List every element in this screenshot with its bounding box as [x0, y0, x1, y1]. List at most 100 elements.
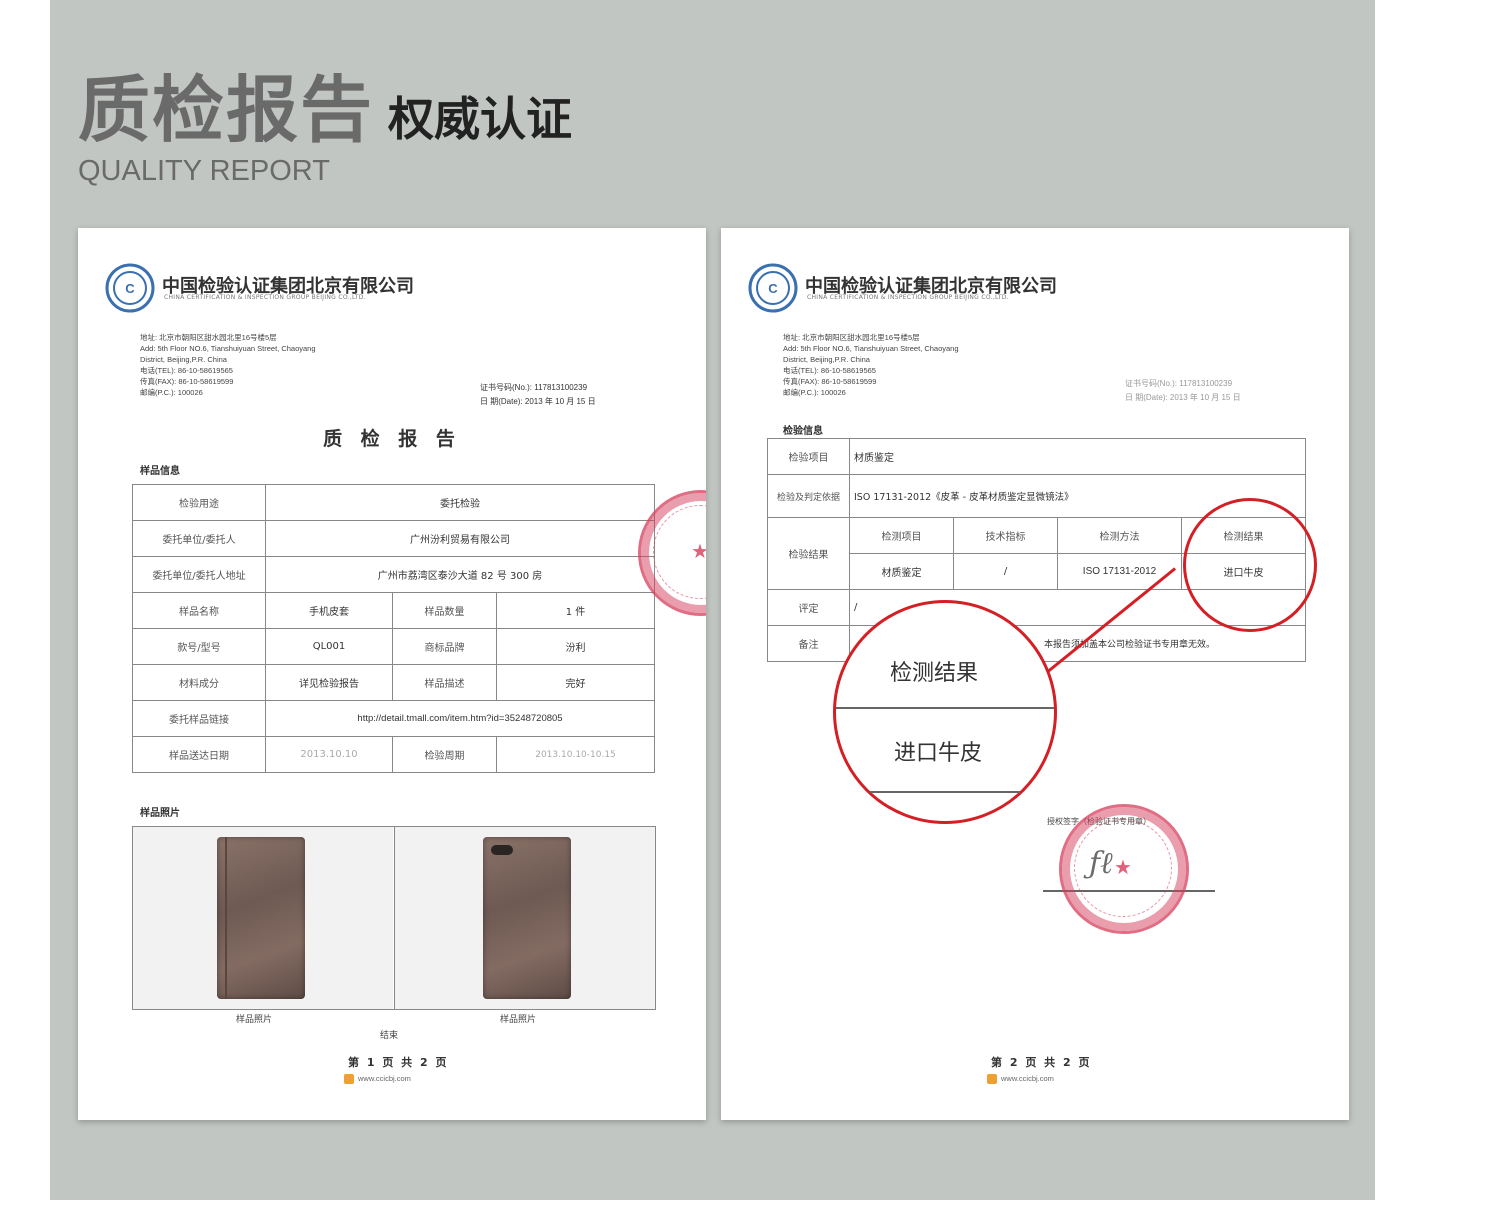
- table-cell: 委托检验: [264, 484, 656, 521]
- table-cell: 检验结果: [767, 517, 850, 590]
- table-cell: ISO 17131-2012: [1057, 553, 1182, 590]
- table-cell: 商标品牌: [392, 628, 497, 665]
- table-cell: 委托单位/委托人: [132, 520, 266, 557]
- magnified-result-label: 检测结果: [890, 661, 979, 686]
- company-name-english: CHINA CERTIFICATION & INSPECTION GROUP B…: [164, 294, 366, 301]
- table-row: 委托单位/委托人 广州汾利贸易有限公司: [132, 520, 656, 557]
- certificate-number: 证书号码(No.): 117813100239: [480, 383, 588, 392]
- table-cell: 款号/型号: [132, 628, 266, 665]
- report-date: 日 期(Date): 2013 年 10 月 15 日: [1125, 393, 1241, 402]
- table-cell: 2013.10.10-10.15: [495, 736, 656, 773]
- certificate-number: 证书号码(No.): 117813100239: [1125, 379, 1233, 388]
- ccic-small-logo-icon: [344, 1074, 354, 1085]
- report-title: 质 检 报 告: [323, 428, 461, 450]
- photo-caption: 样品照片: [236, 1015, 273, 1025]
- report-date: 日 期(Date): 2013 年 10 月 15 日: [480, 397, 596, 406]
- page-title: 质检报告: [78, 68, 375, 152]
- sample-photo-back: [394, 827, 655, 1009]
- table-row: 款号/型号 QL001 商标品牌 汾利: [132, 628, 656, 665]
- ccic-logo-icon: C: [104, 262, 156, 314]
- svg-text:C: C: [125, 281, 135, 296]
- table-cell: QL001: [265, 628, 393, 665]
- table-cell: 材质鉴定: [849, 438, 1306, 475]
- table-cell: /: [953, 553, 1058, 590]
- sample-info-table: 检验用途 委托检验 委托单位/委托人 广州汾利贸易有限公司 委托单位/委托人地址…: [132, 484, 656, 773]
- table-cell: 材质鉴定: [849, 553, 954, 590]
- website-url: www.ccicbj.com: [344, 1074, 411, 1085]
- photo-caption: 样品照片: [500, 1015, 537, 1025]
- address-line: 地址: 北京市朝阳区甜水园北里16号楼5层: [140, 333, 277, 342]
- report-page-2: C 中国检验认证集团北京有限公司 CHINA CERTIFICATION & I…: [721, 228, 1349, 1120]
- website-url-text: www.ccicbj.com: [1001, 1074, 1054, 1083]
- magnified-divider: [836, 707, 1054, 709]
- sample-photo-front: [133, 827, 393, 1009]
- fax-line: 传真(FAX): 86-10-58619599: [140, 377, 234, 386]
- end-mark: 结束: [380, 1031, 399, 1041]
- website-url-text: www.ccicbj.com: [358, 1074, 411, 1083]
- postcode-line: 邮编(P.C.): 100026: [140, 388, 203, 397]
- address-line: 地址: 北京市朝阳区甜水园北里16号楼5层: [783, 333, 920, 342]
- table-cell: 汾利: [495, 628, 656, 665]
- address-line: Add: 5th Floor NO.6, Tianshuiyuan Street…: [783, 344, 959, 353]
- section-sample-photos: 样品照片: [140, 808, 180, 819]
- table-cell: 1 件: [495, 592, 656, 629]
- table-cell: 广州市荔湾区泰沙大道 82 号 300 房: [264, 556, 656, 593]
- address-block: 地址: 北京市朝阳区甜水园北里16号楼5层 Add: 5th Floor NO.…: [140, 332, 316, 398]
- company-name-english: CHINA CERTIFICATION & INSPECTION GROUP B…: [807, 294, 1009, 301]
- table-cell: 检验周期: [392, 736, 497, 773]
- table-cell: 检验项目: [767, 438, 850, 475]
- table-cell: 2013.10.10: [265, 736, 393, 773]
- address-block: 地址: 北京市朝阳区甜水园北里16号楼5层 Add: 5th Floor NO.…: [783, 332, 959, 398]
- magnified-result-circle: 检测结果 进口牛皮: [833, 600, 1057, 824]
- page-number: 第 2 页 共 2 页: [991, 1056, 1092, 1069]
- table-cell: 样品数量: [392, 592, 497, 629]
- table-cell: 委托单位/委托人地址: [132, 556, 266, 593]
- table-cell: 评定: [767, 589, 850, 626]
- phone-case-back-image: [483, 837, 571, 999]
- table-cell: 检测项目: [849, 517, 954, 554]
- address-line: Add: 5th Floor NO.6, Tianshuiyuan Street…: [140, 344, 316, 353]
- table-row: 检验项目 材质鉴定: [767, 438, 1306, 475]
- table-cell: 样品描述: [392, 664, 497, 701]
- postcode-line: 邮编(P.C.): 100026: [783, 388, 846, 397]
- magnified-result-value: 进口牛皮: [894, 741, 983, 766]
- section-sample-info: 样品信息: [140, 466, 180, 477]
- svg-text:C: C: [768, 281, 778, 296]
- page-number: 第 1 页 共 2 页: [348, 1056, 449, 1069]
- ccic-logo-icon: C: [747, 262, 799, 314]
- sample-photos: [132, 826, 656, 1010]
- ccic-small-logo-icon: [987, 1074, 997, 1085]
- table-row: 样品送达日期 2013.10.10 检验周期 2013.10.10-10.15: [132, 736, 656, 773]
- address-line: District, Beijing,P.R. China: [140, 355, 227, 364]
- table-cell: 委托样品链接: [132, 700, 266, 737]
- table-cell: 检验及判定依据: [767, 474, 850, 518]
- table-cell: 样品送达日期: [132, 736, 266, 773]
- page-title-english: QUALITY REPORT: [78, 155, 330, 187]
- section-test-info: 检验信息: [783, 426, 823, 437]
- address-line: District, Beijing,P.R. China: [783, 355, 870, 364]
- table-row: 委托样品链接 http://detail.tmall.com/item.htm?…: [132, 700, 656, 737]
- phone-line: 电话(TEL): 86-10-58619565: [140, 366, 233, 375]
- page-subtitle: 权威认证: [388, 92, 572, 146]
- phone-line: 电话(TEL): 86-10-58619565: [783, 366, 876, 375]
- table-cell: 技术指标: [953, 517, 1058, 554]
- table-row: 检验用途 委托检验: [132, 484, 656, 521]
- table-cell: 检测方法: [1057, 517, 1182, 554]
- table-cell: 样品名称: [132, 592, 266, 629]
- table-cell: 手机皮套: [265, 592, 393, 629]
- table-cell: 材料成分: [132, 664, 266, 701]
- highlight-circle-small: [1183, 498, 1317, 632]
- table-cell: 完好: [495, 664, 656, 701]
- fax-line: 传真(FAX): 86-10-58619599: [783, 377, 877, 386]
- website-url: www.ccicbj.com: [987, 1074, 1054, 1085]
- table-cell: 详见检验报告: [265, 664, 393, 701]
- official-seal-stamp: ★: [1059, 804, 1189, 934]
- table-cell: 备注: [767, 625, 850, 662]
- sample-link: http://detail.tmall.com/item.htm?id=3524…: [264, 700, 656, 737]
- table-cell: 检验用途: [132, 484, 266, 521]
- phone-case-front-image: [217, 837, 305, 999]
- report-page-1: C 中国检验认证集团北京有限公司 CHINA CERTIFICATION & I…: [78, 228, 706, 1120]
- table-cell: 广州汾利贸易有限公司: [264, 520, 656, 557]
- table-row: 样品名称 手机皮套 样品数量 1 件: [132, 592, 656, 629]
- magnified-divider: [870, 791, 1020, 793]
